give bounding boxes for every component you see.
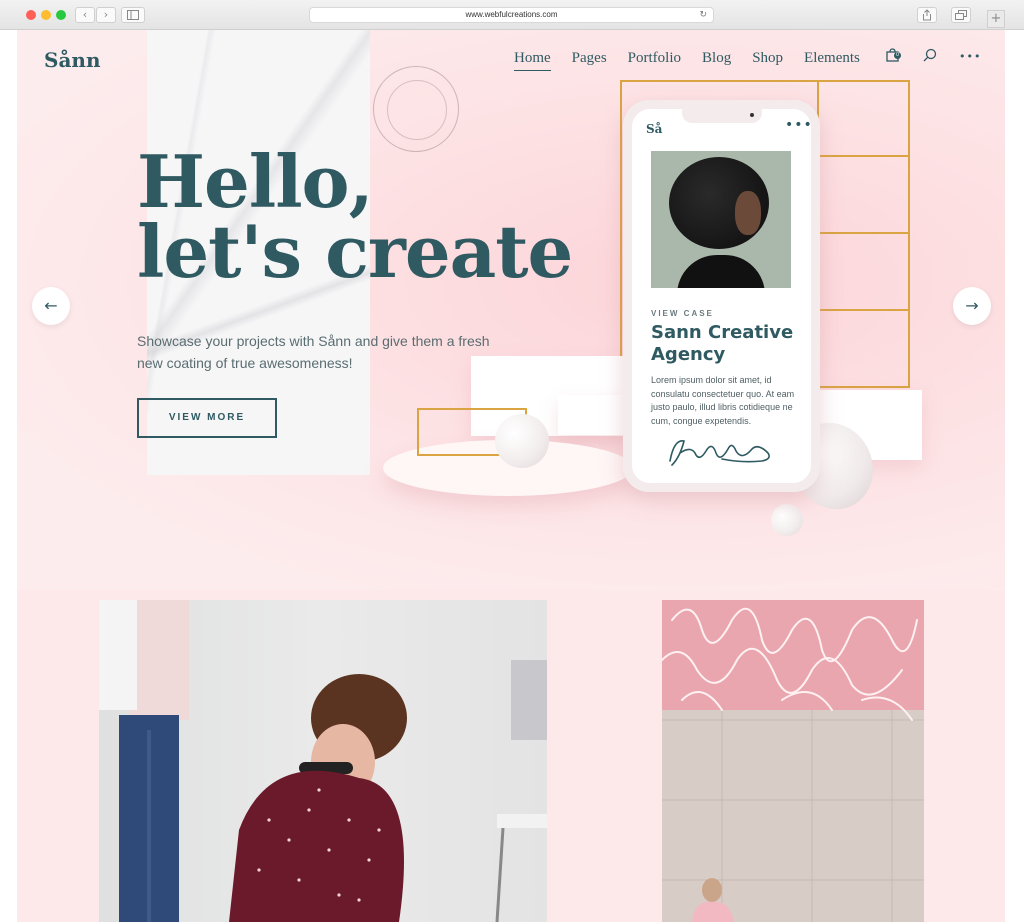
signature-image bbox=[669, 440, 770, 466]
white-sphere bbox=[495, 414, 549, 468]
new-tab-button[interactable]: + bbox=[987, 10, 1005, 28]
gold-frame-cell bbox=[817, 80, 910, 157]
close-window-icon[interactable] bbox=[26, 10, 36, 20]
phone-body-text: Lorem ipsum dolor sit amet, id consulatu… bbox=[651, 375, 795, 426]
main-nav: Home Pages Portfolio Blog Shop Elements bbox=[514, 50, 881, 71]
portfolio-photo-workspace[interactable] bbox=[99, 600, 547, 922]
nav-elements[interactable]: Elements bbox=[804, 50, 860, 71]
nav-shop[interactable]: Shop bbox=[752, 50, 783, 71]
phone-menu-icon: ••• bbox=[785, 117, 811, 133]
tabs-overview-icon[interactable] bbox=[951, 7, 971, 23]
hero-subtitle: Showcase your projects with Sånn and giv… bbox=[137, 333, 490, 371]
address-bar[interactable]: www.webfulcreations.com ↻ bbox=[309, 7, 714, 23]
more-dots-icon[interactable]: ••• bbox=[959, 50, 981, 63]
share-icon[interactable] bbox=[917, 7, 937, 23]
maximize-window-icon[interactable] bbox=[56, 10, 66, 20]
stamp-seal bbox=[373, 66, 459, 152]
web-page: Sånn Home Pages Portfolio Blog Shop Elem… bbox=[17, 30, 1005, 922]
minimize-window-icon[interactable] bbox=[41, 10, 51, 20]
sidebar-toggle-icon[interactable] bbox=[121, 7, 145, 23]
search-icon[interactable] bbox=[923, 48, 937, 66]
url-text: www.webfulcreations.com bbox=[465, 10, 558, 19]
phone-logo: Så bbox=[646, 122, 663, 136]
view-more-button[interactable]: VIEW MORE bbox=[137, 398, 277, 438]
gold-frame-cell bbox=[817, 234, 910, 311]
back-icon[interactable]: ‹ bbox=[75, 7, 95, 23]
portrait-face bbox=[735, 191, 761, 235]
reload-icon[interactable]: ↻ bbox=[699, 8, 707, 22]
forward-icon[interactable]: › bbox=[96, 7, 116, 23]
hero-title: Hello, let's create bbox=[137, 146, 577, 288]
pedestal-step bbox=[558, 395, 628, 435]
gold-frame-cell bbox=[817, 157, 910, 234]
neon-wall-illustration bbox=[662, 600, 924, 922]
cart-count-badge: 0 bbox=[894, 52, 901, 59]
browser-toolbar: ‹ › www.webfulcreations.com ↻ + bbox=[0, 0, 1024, 30]
nav-pages[interactable]: Pages bbox=[572, 50, 607, 71]
nav-home[interactable]: Home bbox=[514, 50, 551, 71]
nav-portfolio[interactable]: Portfolio bbox=[628, 50, 681, 71]
hero-title-line2: let's create bbox=[137, 209, 573, 294]
phone-mockup: Så ••• • • VIEW CASE Sann Creative Agenc… bbox=[623, 100, 820, 492]
phone-screen: Så ••• • • VIEW CASE Sann Creative Agenc… bbox=[632, 109, 811, 483]
slider-next-button[interactable]: → bbox=[953, 287, 991, 325]
small-sphere bbox=[771, 504, 803, 536]
nav-blog[interactable]: Blog bbox=[702, 50, 731, 71]
site-logo[interactable]: Sånn bbox=[44, 48, 100, 72]
workspace-illustration bbox=[99, 600, 547, 922]
portfolio-photo-neon[interactable] bbox=[662, 600, 924, 922]
phone-notch bbox=[682, 109, 762, 123]
portrait-shoulders bbox=[677, 255, 765, 288]
view-case-label: VIEW CASE bbox=[651, 309, 714, 318]
slider-prev-button[interactable]: ← bbox=[32, 287, 70, 325]
phone-portrait-photo: • • bbox=[651, 151, 791, 288]
phone-title: Sann Creative Agency bbox=[651, 322, 794, 365]
